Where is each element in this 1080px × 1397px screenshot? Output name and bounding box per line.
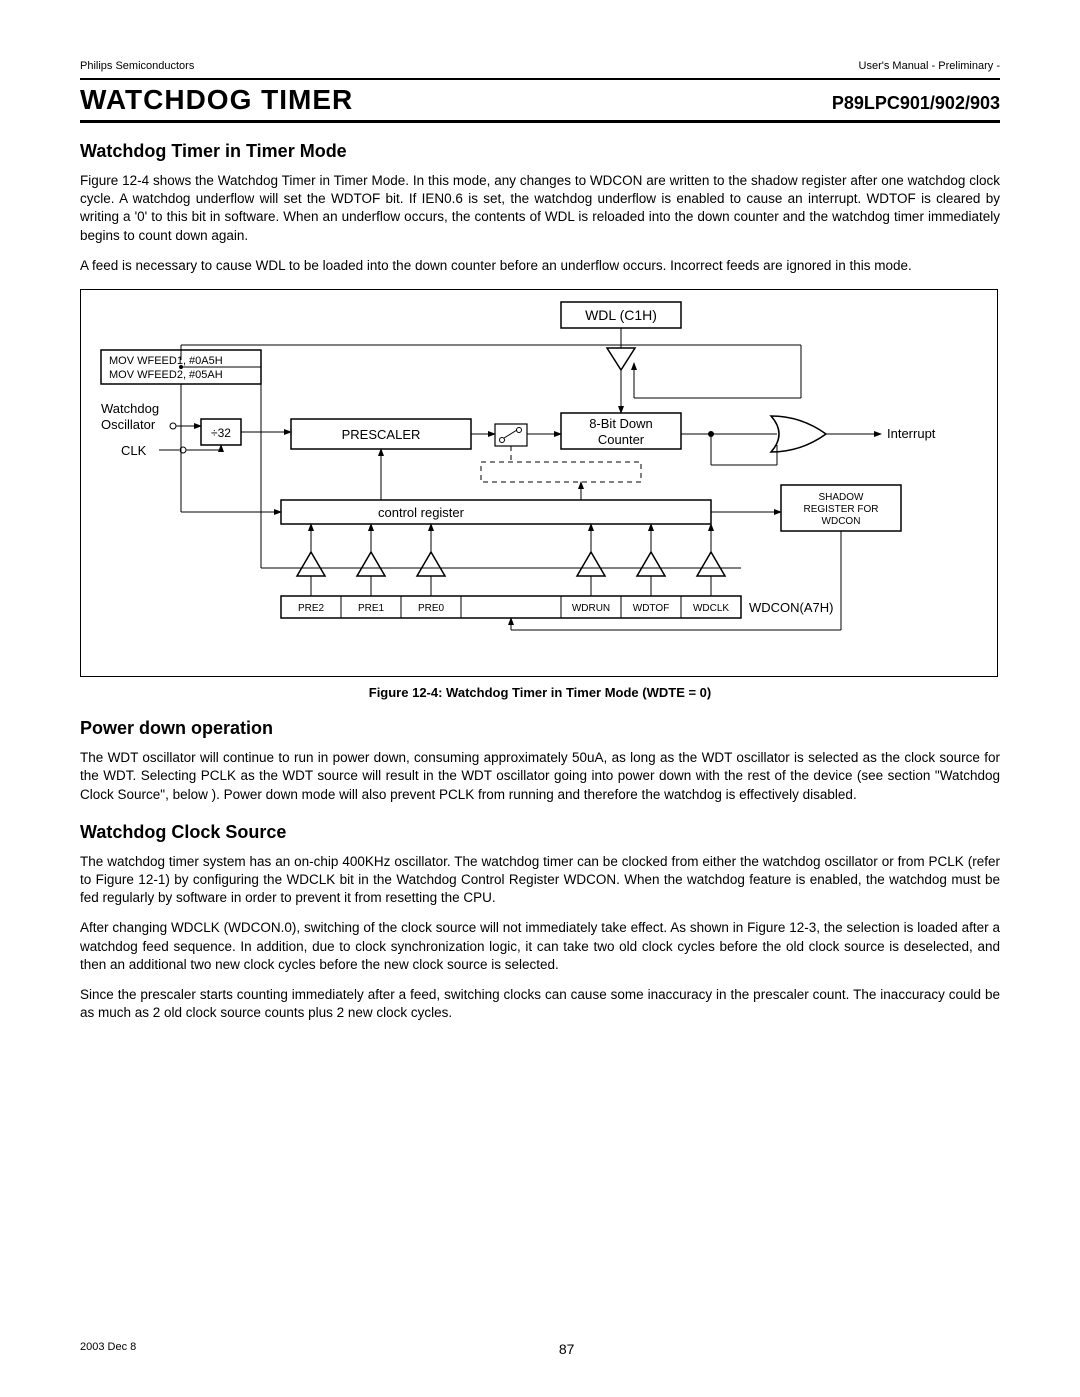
pre2-label: PRE2 — [298, 603, 325, 614]
shadow-label-3: WDCON — [822, 516, 861, 527]
title-part: P89LPC901/902/903 — [832, 93, 1000, 114]
para-powerdown: The WDT oscillator will continue to run … — [80, 749, 1000, 804]
para-clocksource-1: The watchdog timer system has an on-chip… — [80, 853, 1000, 908]
prescaler-label: PRESCALER — [342, 427, 421, 442]
interrupt-label: Interrupt — [887, 426, 936, 441]
section-heading-powerdown: Power down operation — [80, 718, 1000, 739]
title-bar: WATCHDOG TIMER P89LPC901/902/903 — [80, 78, 1000, 123]
wdl-label: WDL (C1H) — [585, 307, 657, 323]
header-right: User's Manual - Preliminary - — [859, 60, 1000, 72]
ctrlreg-label: control register — [378, 505, 465, 520]
page: Philips Semiconductors User's Manual - P… — [0, 0, 1080, 1397]
shadow-label-1: SHADOW — [819, 492, 865, 503]
para-timer-mode-1: Figure 12-4 shows the Watchdog Timer in … — [80, 172, 1000, 245]
footer-date: 2003 Dec 8 — [80, 1341, 136, 1357]
footer-page: 87 — [559, 1341, 575, 1357]
clk-label: CLK — [121, 443, 147, 458]
para-clocksource-2: After changing WDCLK (WDCON.0), switchin… — [80, 919, 1000, 974]
mov1-label: MOV WFEED1, #0A5H — [109, 355, 223, 367]
footer: 2003 Dec 8 87 — [80, 1341, 1000, 1357]
wdcon-label: WDCON(A7H) — [749, 600, 834, 615]
counter-label-1: 8-Bit Down — [589, 416, 653, 431]
osc-label-1: Watchdog — [101, 401, 159, 416]
figure-caption: Figure 12-4: Watchdog Timer in Timer Mod… — [80, 685, 1000, 700]
section-heading-clocksource: Watchdog Clock Source — [80, 822, 1000, 843]
osc-label-2: Oscillator — [101, 417, 156, 432]
wdtof-label: WDTOF — [633, 603, 669, 614]
section-heading-timer-mode: Watchdog Timer in Timer Mode — [80, 141, 1000, 162]
counter-label-2: Counter — [598, 432, 645, 447]
wdrun-label: WDRUN — [572, 603, 610, 614]
wdclk-label: WDCLK — [693, 603, 729, 614]
figure-diagram: WDL (C1H) MOV WFEED1, #0A5H MOV WFEED2, … — [80, 289, 998, 677]
shadow-label-2: REGISTER FOR — [803, 504, 878, 515]
para-clocksource-3: Since the prescaler starts counting imme… — [80, 986, 1000, 1022]
footer-spacer — [997, 1341, 1000, 1357]
mov2-label: MOV WFEED2, #05AH — [109, 369, 223, 381]
header-left: Philips Semiconductors — [80, 60, 194, 72]
para-timer-mode-2: A feed is necessary to cause WDL to be l… — [80, 257, 1000, 275]
pre0-label: PRE0 — [418, 603, 445, 614]
div32-label: ÷32 — [211, 426, 231, 440]
buffer-triangles — [297, 552, 725, 576]
title-main: WATCHDOG TIMER — [80, 84, 353, 116]
pre1-label: PRE1 — [358, 603, 385, 614]
header: Philips Semiconductors User's Manual - P… — [80, 60, 1000, 72]
